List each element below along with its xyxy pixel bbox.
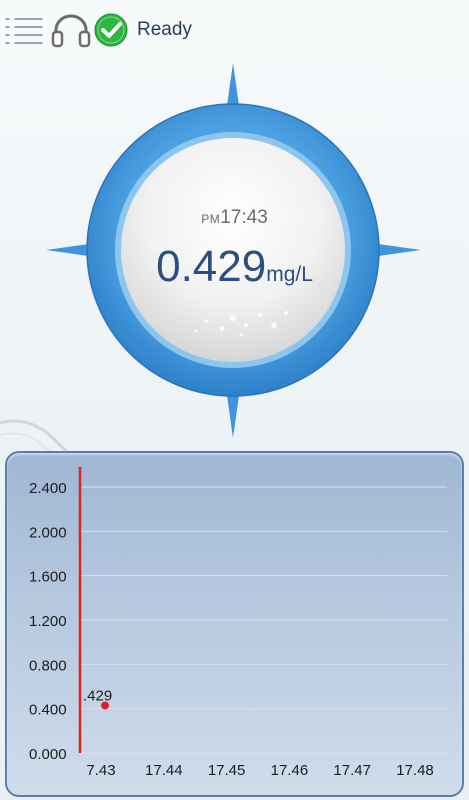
y-tick-label: 0.800	[29, 657, 67, 674]
reading-unit: mg/L	[266, 263, 313, 286]
history-chart: 0.000 0.400 0.800 1.200 1.600 2.000 2.400 7.43 1…	[29, 467, 447, 779]
reading-value: 0.429	[156, 242, 267, 291]
y-tick-label: 2.400	[29, 480, 67, 497]
x-tick-label: 17.48	[396, 762, 434, 779]
measurement-time: PM17:43	[0, 207, 469, 229]
top-bar: Ready	[0, 0, 469, 60]
x-tick-label: 7.43	[86, 762, 115, 779]
time-period: PM	[201, 212, 221, 226]
x-tick-label: 17.44	[145, 762, 183, 779]
y-tick-label: 2.000	[29, 524, 67, 541]
y-tick-label: 1.600	[29, 569, 67, 586]
status-label: Ready	[137, 19, 192, 40]
x-tick-label: 17.45	[208, 762, 246, 779]
check-circle-icon	[94, 13, 128, 47]
y-tick-label: 0.400	[29, 702, 67, 719]
history-chart-panel[interactable]: 0.000 0.400 0.800 1.200 1.600 2.000 2.400 7.43 1…	[5, 451, 464, 797]
y-tick-label: 1.200	[29, 613, 67, 630]
headset-icon[interactable]	[50, 12, 92, 48]
x-tick-label: 17.46	[271, 762, 309, 779]
y-tick-label: 0.000	[29, 746, 67, 763]
data-point-label: .429	[83, 687, 112, 704]
measurement-reading: 0.429mg/L	[0, 242, 469, 292]
x-tick-label: 17.47	[333, 762, 371, 779]
time-value: 17:43	[220, 207, 268, 228]
menu-icon[interactable]	[4, 15, 44, 47]
